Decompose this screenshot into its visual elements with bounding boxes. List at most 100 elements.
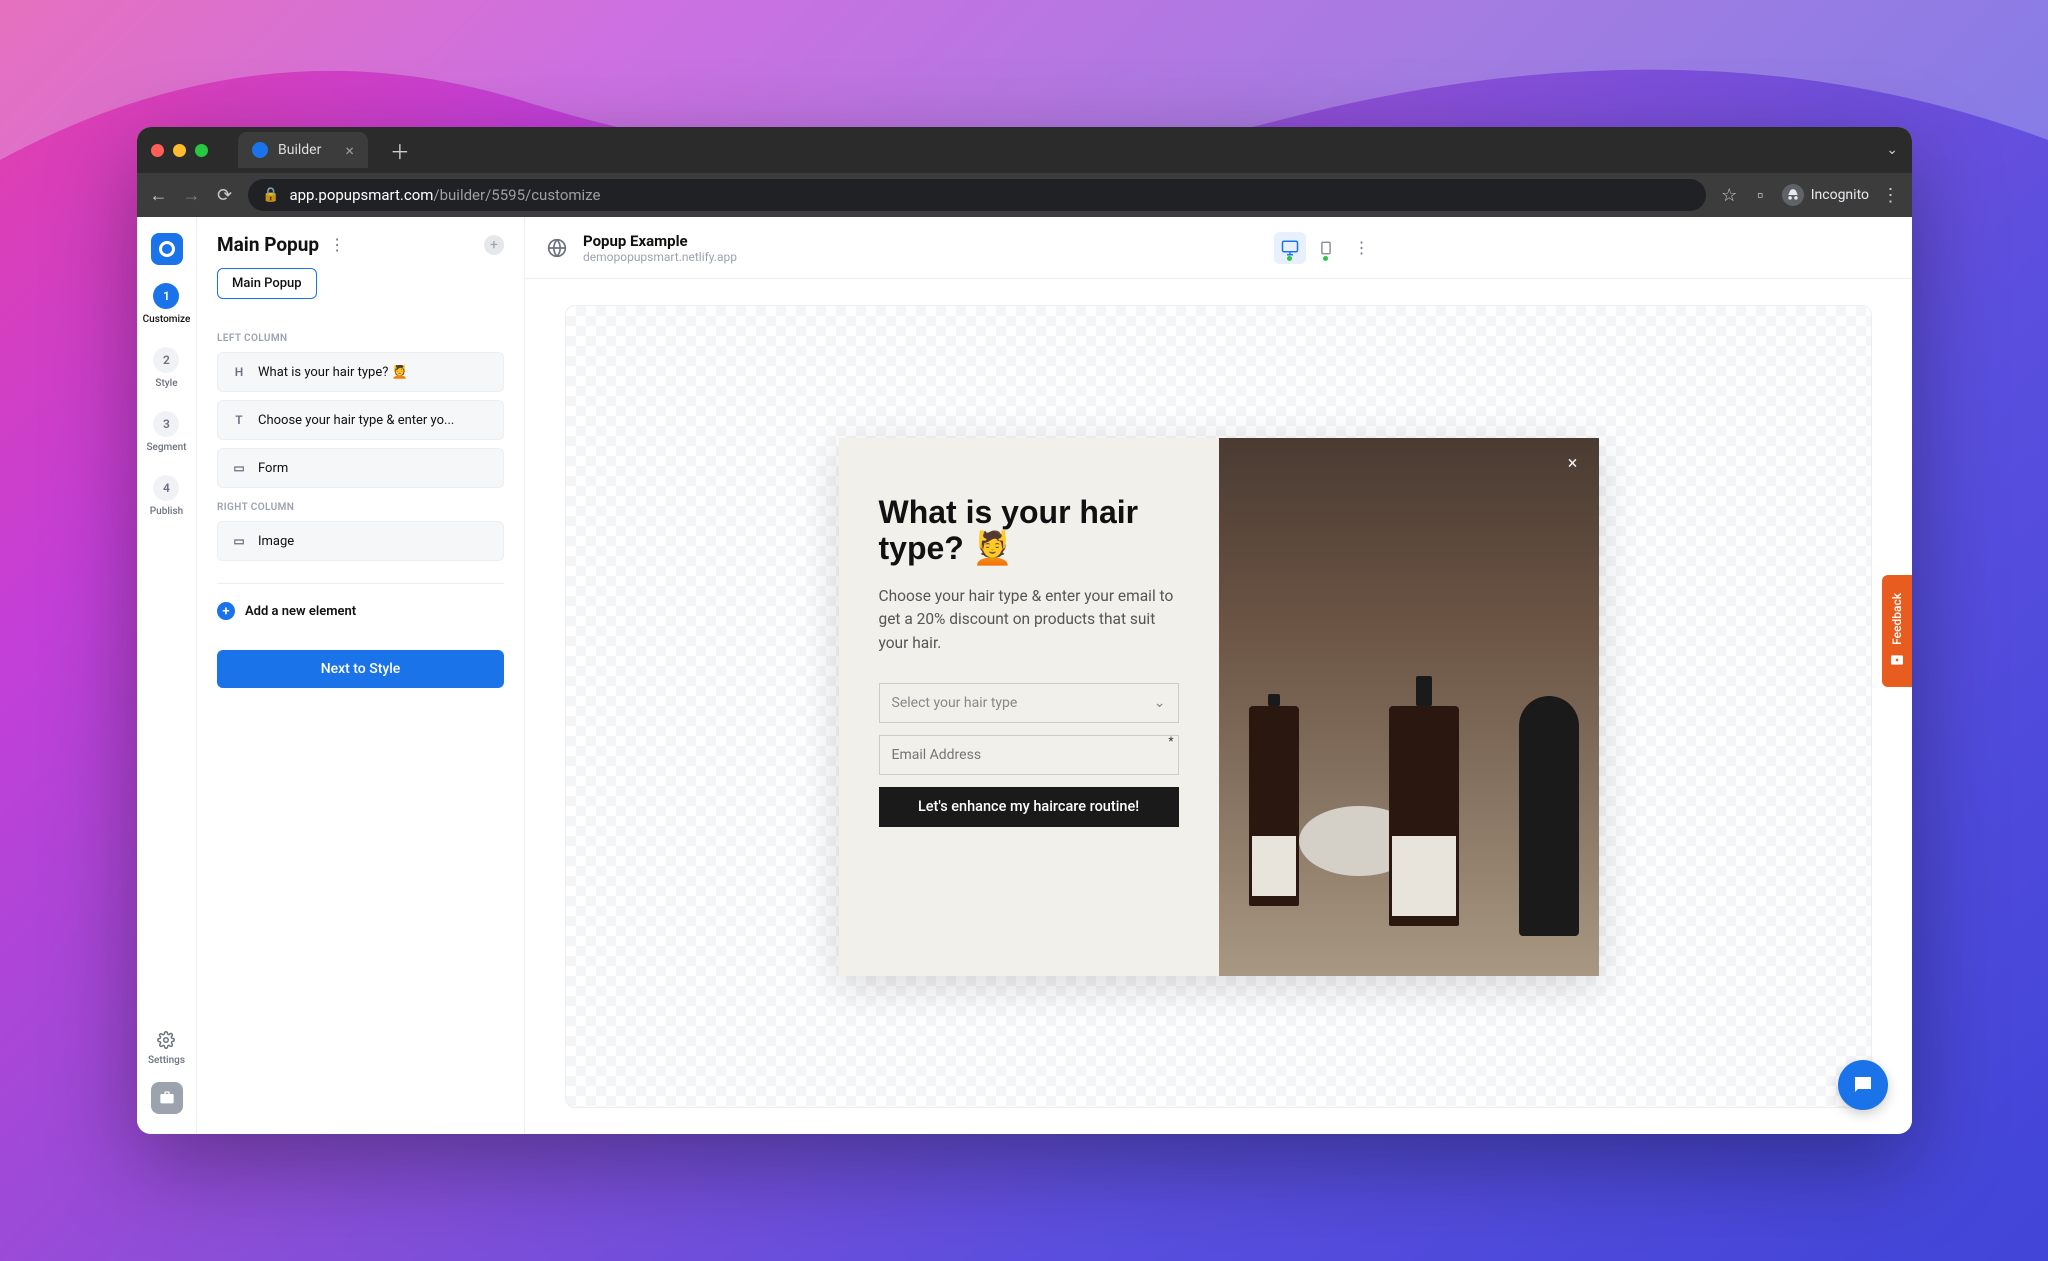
email-field[interactable] [879,735,1179,775]
divider [217,583,504,584]
rail-briefcase-button[interactable] [151,1082,183,1114]
step-number: 4 [153,475,179,501]
side-panel-add-button[interactable]: + [484,235,504,255]
step-label: Segment [146,442,186,453]
url-host: app.popupsmart.com [289,186,433,204]
maximize-window-button[interactable] [195,144,208,157]
tab-title: Builder [278,142,321,158]
lock-icon: 🔒 [262,187,279,203]
element-card-label: Image [258,534,294,549]
top-header: Popup Example demopopupsmart.netlify.app… [525,217,1912,279]
window-controls [151,144,208,157]
briefcase-icon [159,1090,175,1106]
side-panel-header: Main Popup ⋮ + [197,217,524,268]
feedback-icon [1889,652,1905,668]
left-rail: 1 Customize 2Style 3 Segment 4 Publish Setting… [137,217,197,1134]
project-name: Popup Example [583,232,737,250]
popup-description[interactable]: Choose your hair type & enter your email… [879,585,1179,655]
tab-overflow-icon[interactable]: ⌄ [1886,142,1898,158]
step-segment[interactable]: 3 Segment [143,411,191,453]
tab-favicon [252,142,268,158]
popup-left-column: What is your hair type? 💆 Choose your ha… [839,438,1219,976]
side-panel-title: Main Popup [217,233,319,256]
feedback-label: Feedback [1890,593,1904,645]
new-tab-button[interactable]: ＋ [390,136,410,165]
add-element-button[interactable]: + Add a new element [217,602,504,620]
product-image-bottle [1389,706,1459,926]
incognito-label: Incognito [1811,187,1869,203]
popup-close-button[interactable]: × [1561,452,1585,476]
element-card[interactable]: T Choose your hair type & enter yo... [217,400,504,440]
preview-menu-icon[interactable]: ⋮ [1354,238,1370,257]
element-type-icon: ▭ [230,459,248,477]
step-number: 3 [153,411,179,437]
mobile-preview-button[interactable] [1310,232,1342,264]
rail-settings[interactable]: Settings [148,1031,185,1066]
incognito-avatar-icon [1782,184,1804,206]
product-image-bottle [1249,706,1299,906]
step-publish[interactable]: 4 Publish [143,475,191,517]
device-toggle: ⋮ [1274,232,1370,264]
globe-icon [547,238,567,258]
hair-type-select[interactable]: Select your hair type ⌄ [879,683,1179,723]
step-customize[interactable]: 1 Customize [143,283,191,325]
chevron-down-icon: ⌄ [1154,695,1166,711]
incognito-indicator[interactable]: Incognito [1782,184,1869,206]
next-to-style-button[interactable]: Next to Style [217,650,504,688]
step-number: 1 [153,283,179,309]
step-label: Publish [150,506,183,517]
desktop-icon [1281,239,1299,257]
right-column-label: RIGHT COLUMN [217,502,504,513]
element-card-label: Form [258,461,288,476]
product-image-comb [1519,696,1579,936]
extensions-icon[interactable]: ▫ [1751,186,1770,205]
browser-window: Builder × ＋ ⌄ ← → ⟳ 🔒 app.popupsmart.com… [137,127,1912,1134]
element-card[interactable]: ▭ Image [217,521,504,561]
left-column-label: LEFT COLUMN [217,333,504,344]
element-card-label: What is your hair type? 💆 [258,365,408,380]
minimize-window-button[interactable] [173,144,186,157]
side-panel: Main Popup ⋮ + Main Popup LEFT COLUMN HW… [197,217,525,1134]
project-subdomain: demopopupsmart.netlify.app [583,250,737,264]
popup-cta-button[interactable]: Let's enhance my haircare routine! [879,787,1179,827]
preview-canvas: What is your hair type? 💆 Choose your ha… [565,305,1872,1108]
element-type-icon: T [230,411,248,429]
email-input[interactable] [892,736,1166,774]
step-label: Customize [143,314,191,325]
url-path: /builder/5595/customize [433,186,600,204]
element-card-label: Choose your hair type & enter yo... [258,413,454,428]
browser-menu-icon[interactable]: ⋮ [1881,186,1900,205]
bookmark-icon[interactable]: ☆ [1720,186,1739,205]
main-area: Popup Example demopopupsmart.netlify.app… [525,217,1912,1134]
status-dot [1323,256,1328,261]
popup-preview: What is your hair type? 💆 Choose your ha… [839,438,1599,976]
mobile-icon [1319,239,1333,257]
feedback-tab[interactable]: Feedback [1882,575,1912,687]
reload-button[interactable]: ⟳ [215,186,234,205]
desktop-preview-button[interactable] [1274,232,1306,264]
element-card[interactable]: ▭ Form [217,448,504,488]
canvas-wrapper: What is your hair type? 💆 Choose your ha… [525,279,1912,1134]
popup-chip[interactable]: Main Popup [217,268,317,299]
brand-logo[interactable] [151,233,183,265]
url-field[interactable]: 🔒 app.popupsmart.com/builder/5595/custom… [248,179,1706,211]
add-element-label: Add a new element [245,604,356,619]
element-card[interactable]: HWhat is your hair type? 💆 [217,352,504,392]
forward-button[interactable]: → [182,186,201,205]
app-root: 1 Customize 2Style 3 Segment 4 Publish Setting… [137,217,1912,1134]
step-number: 2 [153,347,179,373]
close-window-button[interactable] [151,144,164,157]
step-style[interactable]: 2Style [143,347,191,389]
status-dot [1287,256,1292,261]
browser-titlebar: Builder × ＋ ⌄ [137,127,1912,173]
gear-icon [157,1031,175,1049]
tab-close-icon[interactable]: × [345,141,354,160]
popup-title[interactable]: What is your hair type? 💆 [879,494,1179,568]
chat-widget-button[interactable] [1838,1060,1888,1110]
popup-right-column[interactable]: × [1219,438,1599,976]
element-type-icon: ▭ [230,532,248,550]
browser-tab[interactable]: Builder × [238,132,368,168]
chat-icon [1851,1073,1875,1097]
side-panel-menu-icon[interactable]: ⋮ [329,235,345,254]
back-button[interactable]: ← [149,186,168,205]
